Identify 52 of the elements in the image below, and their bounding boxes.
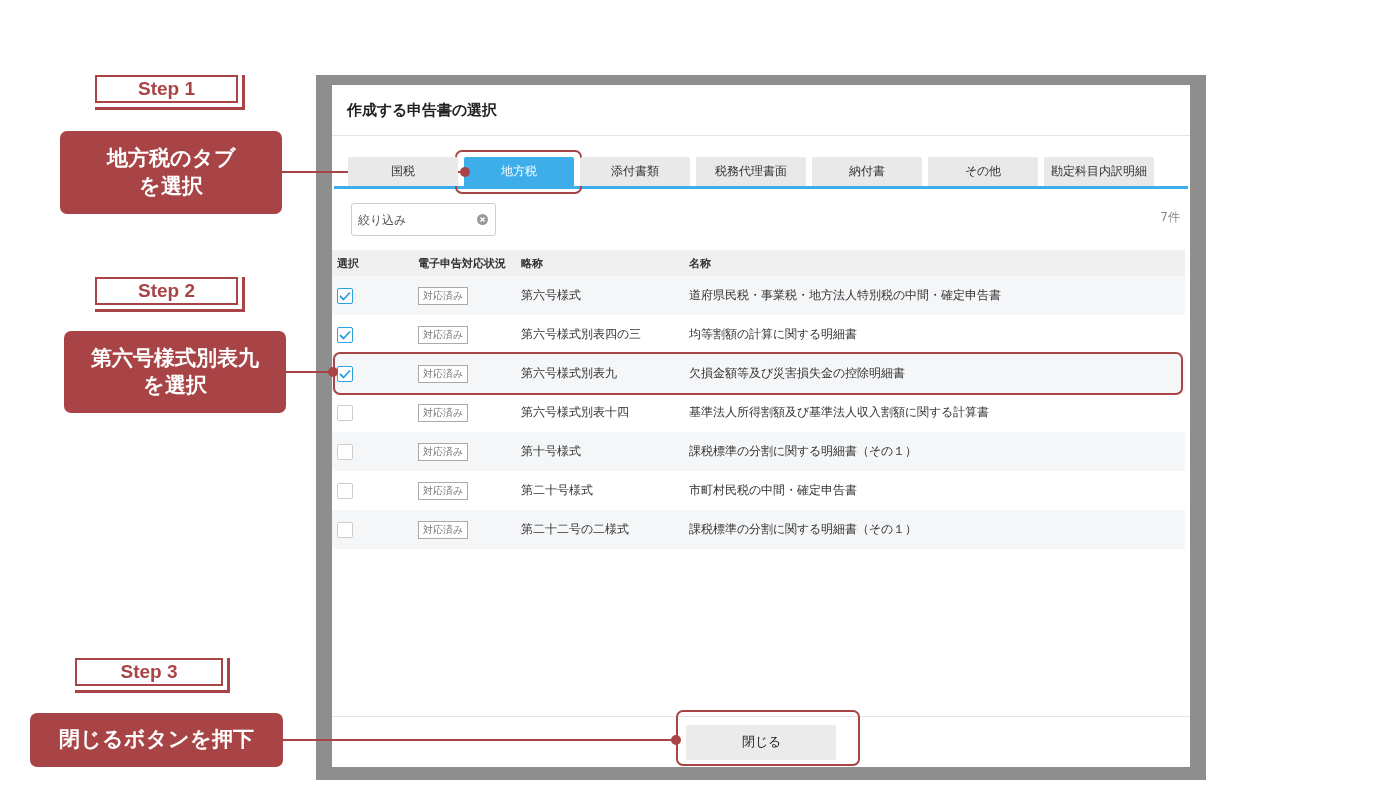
filter-field[interactable]: 絞り込み [351, 203, 496, 236]
leader-dot [460, 167, 470, 177]
checkbox[interactable] [337, 521, 353, 538]
table-cell-text: 課税標準の分割に関する明細書（その１） [689, 443, 918, 460]
column-header: 名称 [689, 255, 712, 271]
step-label: Step 2 [95, 277, 238, 305]
checkbox[interactable] [337, 404, 353, 421]
tab[interactable]: 税務代理書面 [696, 157, 806, 186]
result-count: 7件 [1160, 209, 1180, 226]
close-button[interactable]: 閉じる [686, 724, 836, 760]
status-tag: 対応済み [418, 481, 468, 500]
step-label: Step 1 [95, 75, 238, 103]
tab[interactable]: 添付書類 [580, 157, 690, 186]
dialog-title: 作成する申告書の選択 [347, 100, 497, 120]
table-cell-text: 基準法人所得割額及び基準法人収入割額に関する計算書 [689, 404, 990, 421]
table-cell-text: 第二十二号の二様式 [521, 521, 630, 538]
step-label: Step 3 [75, 658, 223, 686]
table-cell-text: 第六号様式別表四の三 [521, 326, 642, 343]
table-cell-text: 第六号様式別表九 [521, 365, 618, 382]
column-header: 電子申告対応状況 [418, 255, 507, 271]
table-cell-text: 市町村民税の中間・確定申告書 [689, 482, 858, 499]
table-cell-text: 第六号様式 [521, 287, 582, 304]
status-tag: 対応済み [418, 364, 468, 383]
checkbox[interactable] [337, 287, 353, 304]
table-cell-text: 課税標準の分割に関する明細書（その１） [689, 521, 918, 538]
status-tag: 対応済み [418, 325, 468, 344]
status-tag: 対応済み [418, 520, 468, 539]
leader-dot [328, 367, 338, 377]
leader-dot [671, 735, 681, 745]
table-cell-text: 第十号様式 [521, 443, 582, 460]
callout-box: 地方税のタブを選択 [60, 131, 282, 214]
table-cell-text: 道府県民税・事業税・地方法人特別税の中間・確定申告書 [689, 287, 1002, 304]
checkbox[interactable] [337, 326, 353, 343]
table-cell-text: 均等割額の計算に関する明細書 [689, 326, 858, 343]
column-header: 略称 [521, 255, 544, 271]
callout-box: 第六号様式別表九を選択 [64, 331, 286, 413]
checkbox[interactable] [337, 443, 353, 460]
checkbox[interactable] [337, 482, 353, 499]
tab[interactable]: 勘定科目内訳明細 [1044, 157, 1154, 186]
table-cell-text: 第二十号様式 [521, 482, 594, 499]
table-cell-text: 第六号様式別表十四 [521, 404, 630, 421]
tab[interactable]: 国税 [348, 157, 458, 186]
status-tag: 対応済み [418, 286, 468, 305]
callout-box: 閉じるボタンを押下 [30, 713, 283, 767]
checkbox[interactable] [337, 365, 353, 382]
status-tag: 対応済み [418, 403, 468, 422]
tab[interactable]: 納付書 [812, 157, 922, 186]
tab[interactable]: その他 [928, 157, 1038, 186]
table-cell-text: 欠損金額等及び災害損失金の控除明細書 [689, 365, 906, 382]
status-tag: 対応済み [418, 442, 468, 461]
clear-icon[interactable] [477, 214, 488, 225]
column-header: 選択 [336, 255, 360, 271]
